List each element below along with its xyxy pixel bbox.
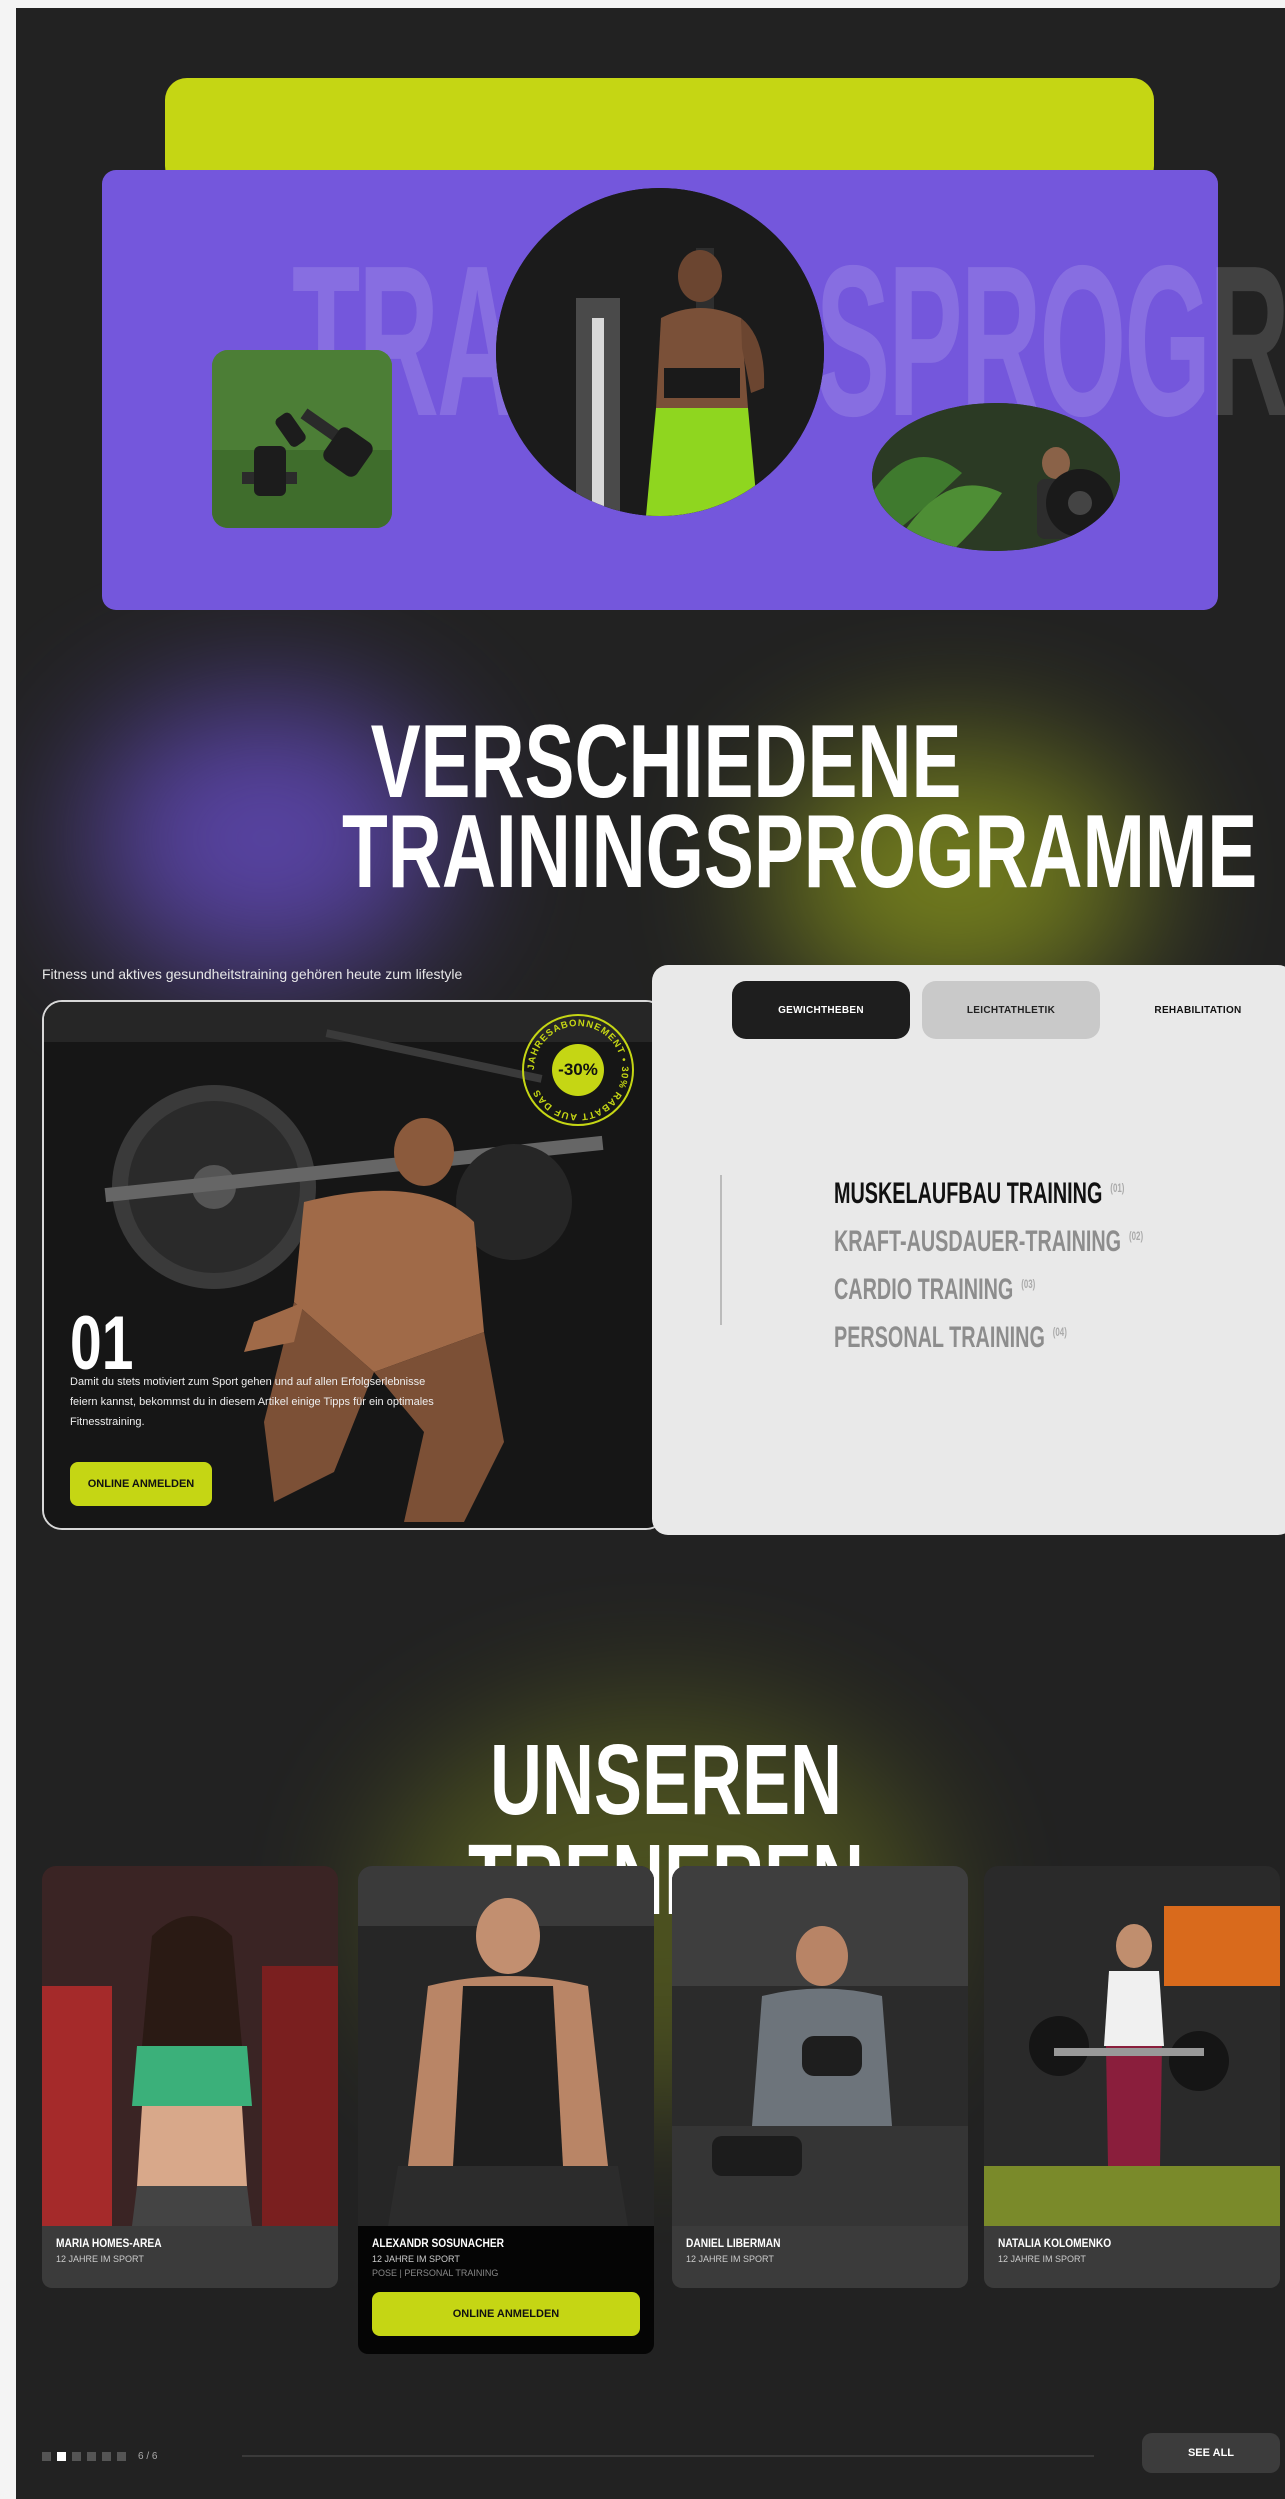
trainer-photo [42,1866,338,2226]
pager-dot[interactable] [72,2452,81,2461]
trainer-experience: 12 JAHRE IM SPORT [686,2254,774,2264]
pager-track [242,2455,1094,2457]
trainer-info: ALEXANDR SOSUNACHER 12 JAHRE IM SPORT PO… [358,2226,654,2354]
pager-dot[interactable] [102,2452,111,2461]
trainer-card[interactable]: DANIEL LIBERMAN 12 JAHRE IM SPORT [672,1866,968,2288]
trainer-photo [984,1866,1280,2226]
trainer-pager: 6 / 6 [42,2451,157,2462]
trainer-experience: 12 JAHRE IM SPORT [998,2254,1086,2264]
program-item-cardio[interactable]: CARDIO TRAINING (03) [834,1273,1035,1307]
athlete-photo [496,188,824,516]
pager-dot-active[interactable] [57,2452,66,2461]
trainer-name: DANIEL LIBERMAN [686,2236,781,2250]
program-item-kraft-ausdauer[interactable]: KRAFT-AUSDAUER-TRAINING (02) [834,1225,1143,1259]
discount-badge: JAHRESABONNEMENT • 30% RABATT AUF DAS -3… [522,1014,634,1126]
trainer-name: ALEXANDR SOSUNACHER [372,2236,505,2250]
trainer-card[interactable]: NATALIA KOLOMENKO 12 JAHRE IM SPORT [984,1866,1280,2288]
trainer-photo [672,1866,968,2226]
programs-tagline: Fitness und aktives gesundheitstraining … [42,966,463,982]
see-all-button[interactable]: SEE ALL [1142,2433,1280,2473]
program-item-muskelaufbau[interactable]: MUSKELAUFBAU TRAINING (01) [834,1177,1124,1211]
trainer-photo [358,1866,654,2226]
feature-description: Damit du stets motiviert zum Sport gehen… [70,1376,434,1428]
pager-dot[interactable] [42,2452,51,2461]
tab-gewichtheben[interactable]: GEWICHTHEBEN [732,981,910,1039]
programs-title-line2: TRAININGSPROGRAMME [342,794,1258,910]
program-item-personal[interactable]: PERSONAL TRAINING (04) [834,1321,1067,1355]
trainer-info: MARIA HOMES-AREA 12 JAHRE IM SPORT [42,2226,338,2288]
trainer-card[interactable]: MARIA HOMES-AREA 12 JAHRE IM SPORT [42,1866,338,2288]
pager-dot[interactable] [117,2452,126,2461]
feature-card: JAHRESABONNEMENT • 30% RABATT AUF DAS -3… [42,1000,666,1530]
plants-photo [872,403,1120,551]
trainer-card-active[interactable]: ALEXANDR SOSUNACHER 12 JAHRE IM SPORT PO… [358,1866,654,2354]
pager-dot[interactable] [87,2452,96,2461]
trainer-info: NATALIA KOLOMENKO 12 JAHRE IM SPORT [984,2226,1280,2288]
trainer-experience: 12 JAHRE IM SPORT [56,2254,144,2264]
badge-discount: -30% [552,1044,604,1096]
program-indicator-line [720,1175,722,1325]
trainer-name: MARIA HOMES-AREA [56,2236,162,2250]
trainer-register-button[interactable]: ONLINE ANMELDEN [372,2292,640,2336]
trainer-experience: 12 JAHRE IM SPORT [372,2254,460,2264]
dumbbell-photo [212,350,392,528]
tab-leichtathletik[interactable]: LEICHTATHLETIK [922,981,1100,1039]
trainer-specialty: POSE | PERSONAL TRAINING [372,2268,499,2278]
tab-rehabilitation[interactable]: REHABILITATION [1108,981,1285,1039]
online-register-button[interactable]: ONLINE ANMELDEN [70,1462,212,1506]
pager-count: 6 / 6 [138,2451,158,2462]
programs-panel: GEWICHTHEBEN LEICHTATHLETIK REHABILITATI… [652,965,1285,1535]
trainer-name: NATALIA KOLOMENKO [998,2236,1112,2250]
page: TRAININGSPROGRAMME [16,8,1285,2499]
trainer-info: DANIEL LIBERMAN 12 JAHRE IM SPORT [672,2226,968,2288]
